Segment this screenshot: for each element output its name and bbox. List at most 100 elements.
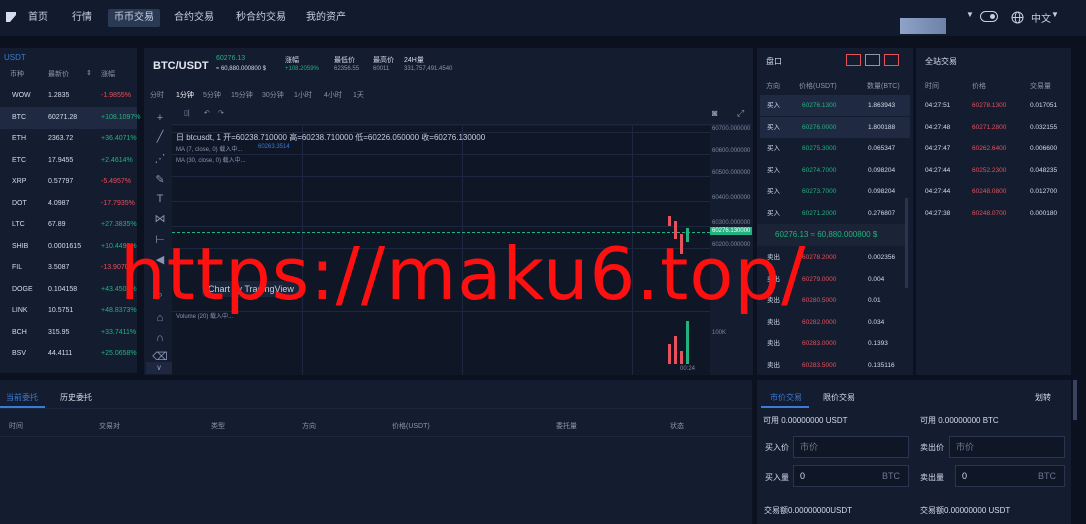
- market-row[interactable]: LTC 67.89 +27.3835%: [0, 214, 137, 236]
- fib-icon[interactable]: ⋰: [152, 151, 168, 167]
- interval-option[interactable]: 分时: [150, 90, 164, 100]
- tab-limit-order[interactable]: 限价交易: [823, 392, 855, 403]
- nav-spot[interactable]: 币币交易: [108, 9, 160, 27]
- price-axis-label: 60700.000000: [712, 126, 751, 132]
- market-symbol: ETC: [12, 156, 26, 164]
- market-change: +36.4071%: [101, 135, 137, 142]
- market-row[interactable]: BSV 44.4111 +25.0658%: [0, 343, 137, 365]
- redo-icon[interactable]: ↷: [218, 109, 224, 117]
- interval-option[interactable]: 5分钟: [203, 90, 221, 100]
- col-price: 最新价: [48, 71, 69, 78]
- market-symbol: BTC: [12, 113, 26, 121]
- nav-seconds[interactable]: 秒合约交易: [230, 9, 292, 27]
- market-row[interactable]: XRP 0.57797 -5.4957%: [0, 171, 137, 193]
- interval-option[interactable]: 4小时: [324, 90, 342, 100]
- order-col-type: 类型: [211, 423, 225, 430]
- language-caret-icon[interactable]: ▼: [1051, 10, 1059, 19]
- interval-option[interactable]: 1分钟: [176, 90, 194, 100]
- ask-price: 60283.0000: [802, 340, 837, 347]
- orderbook-bid-row[interactable]: 买入 60276.1300 1.863943: [760, 95, 910, 116]
- interval-option[interactable]: 15分钟: [231, 90, 253, 100]
- view-bids-icon[interactable]: [865, 54, 880, 66]
- orderbook-bid-row[interactable]: 买入 60275.3000 0.065347: [760, 138, 910, 159]
- tab-open-orders[interactable]: 当前委托: [6, 392, 38, 403]
- tab-order-history[interactable]: 历史委托: [60, 392, 92, 403]
- ma7-legend: MA (7, close, 0) 载入中...: [176, 147, 243, 153]
- market-price: 0.104158: [48, 285, 78, 293]
- dropdown-caret-icon[interactable]: ▼: [966, 10, 974, 19]
- page-scrollbar[interactable]: [1073, 380, 1077, 420]
- orderbook-bid-row[interactable]: 买入 60276.0000 1.800188: [760, 116, 910, 138]
- market-symbol: LTC: [12, 221, 25, 228]
- camera-icon[interactable]: ◙: [712, 108, 717, 118]
- market-change: -5.4957%: [101, 178, 131, 185]
- crosshair-icon[interactable]: +: [152, 110, 168, 126]
- interval-option[interactable]: 30分钟: [262, 90, 284, 100]
- trendline-icon[interactable]: ╱: [152, 129, 168, 145]
- market-symbol: SHIB: [12, 242, 29, 250]
- language-select[interactable]: 中文: [1031, 10, 1051, 25]
- bid-qty: 0.276807: [868, 209, 896, 217]
- ask-qty: 0.034: [868, 318, 885, 326]
- orderbook-ask-row[interactable]: 卖出 60283.5000 0.135116: [760, 355, 910, 376]
- bid-price: 60274.7000: [802, 166, 837, 174]
- orderbook-bid-row[interactable]: 买入 60273.7000 0.098204: [760, 181, 910, 202]
- undo-icon[interactable]: ↶: [204, 109, 210, 117]
- magnet-icon[interactable]: ∩: [152, 330, 168, 346]
- interval-option[interactable]: 1小时: [294, 90, 312, 100]
- market-row[interactable]: FIL 3.5087 -13.9070%: [0, 257, 137, 279]
- market-row[interactable]: DOT 4.0987 -17.7935%: [0, 193, 137, 215]
- market-row[interactable]: DOGE 0.104158 +43.4505%: [0, 279, 137, 301]
- bid-direction: 买入: [767, 209, 780, 217]
- app-root: 首页 行情 币币交易 合约交易 秒合约交易 我的资产 ▼ 中文 ▼ USDT 币…: [0, 0, 1086, 524]
- tools-collapse-icon[interactable]: ∨: [146, 362, 172, 374]
- volume-bar: [680, 351, 683, 364]
- bid-direction: 买入: [767, 166, 780, 174]
- grid-line: [172, 154, 710, 155]
- order-col-pair: 交易对: [99, 423, 120, 430]
- market-row[interactable]: WOW 1.2835 -1.9855%: [0, 85, 137, 107]
- price-axis-label: 60500.000000: [712, 170, 751, 176]
- theme-toggle[interactable]: [980, 11, 998, 22]
- orderbook-bid-row[interactable]: 买入 60274.7000 0.098204: [760, 160, 910, 181]
- bid-qty: 0.098204: [868, 166, 896, 174]
- market-row[interactable]: LINK 10.5751 +48.8373%: [0, 300, 137, 322]
- volume-bar: [686, 321, 689, 364]
- nav-market[interactable]: 行情: [66, 9, 98, 27]
- market-row[interactable]: ETH 2363.72 +36.4071%: [0, 128, 137, 150]
- trade-row: 04:27:44 60252.2300 0.048235: [918, 160, 1064, 181]
- brush-icon[interactable]: ✎: [152, 172, 168, 188]
- market-symbol: DOGE: [12, 285, 33, 293]
- orderbook-bid-row[interactable]: 买入 60271.2000 0.276807: [760, 203, 910, 224]
- market-row[interactable]: ETC 17.9455 +2.4614%: [0, 150, 137, 172]
- buy-price-input[interactable]: 市价: [793, 436, 909, 458]
- sell-qty-input[interactable]: 0 BTC: [955, 465, 1065, 487]
- nav-home[interactable]: 首页: [22, 9, 54, 27]
- nav-contract[interactable]: 合约交易: [168, 9, 220, 27]
- pattern-icon[interactable]: ⋈: [152, 211, 168, 227]
- market-row[interactable]: BTC 60271.28 +108.1097%: [0, 106, 141, 129]
- view-asks-icon[interactable]: [884, 54, 899, 66]
- transfer-link[interactable]: 划转: [1035, 392, 1051, 403]
- tab-market-order[interactable]: 市价交易: [770, 392, 802, 403]
- fullscreen-icon[interactable]: ⤢: [737, 108, 744, 119]
- market-row[interactable]: SHIB 0.0001615 +10.4493%: [0, 236, 137, 258]
- sort-icon[interactable]: ⇕: [86, 69, 92, 77]
- market-tab-usdt[interactable]: USDT: [4, 53, 26, 62]
- avatar[interactable]: [900, 18, 946, 34]
- buy-qty-input[interactable]: 0 BTC: [793, 465, 909, 487]
- sell-qty-unit: BTC: [1038, 471, 1056, 481]
- nav-assets[interactable]: 我的资产: [300, 9, 352, 27]
- market-price: 3.5087: [48, 264, 70, 271]
- order-col-side: 方向: [302, 423, 316, 430]
- orderbook-ask-row[interactable]: 卖出 60283.0000 0.1393: [760, 333, 910, 354]
- low-value: 62356.55: [334, 66, 360, 72]
- text-tool-icon[interactable]: T: [152, 191, 168, 207]
- view-both-icon[interactable]: [846, 54, 861, 66]
- ma30-legend: MA (30, close, 0) 载入中...: [176, 158, 246, 164]
- market-row[interactable]: BCH 315.95 +33.7411%: [0, 322, 137, 344]
- globe-icon[interactable]: [1011, 11, 1024, 24]
- interval-option[interactable]: 1天: [353, 90, 364, 100]
- sell-price-input[interactable]: 市价: [949, 436, 1065, 458]
- candle-type-icon[interactable]: ▯|: [184, 109, 190, 117]
